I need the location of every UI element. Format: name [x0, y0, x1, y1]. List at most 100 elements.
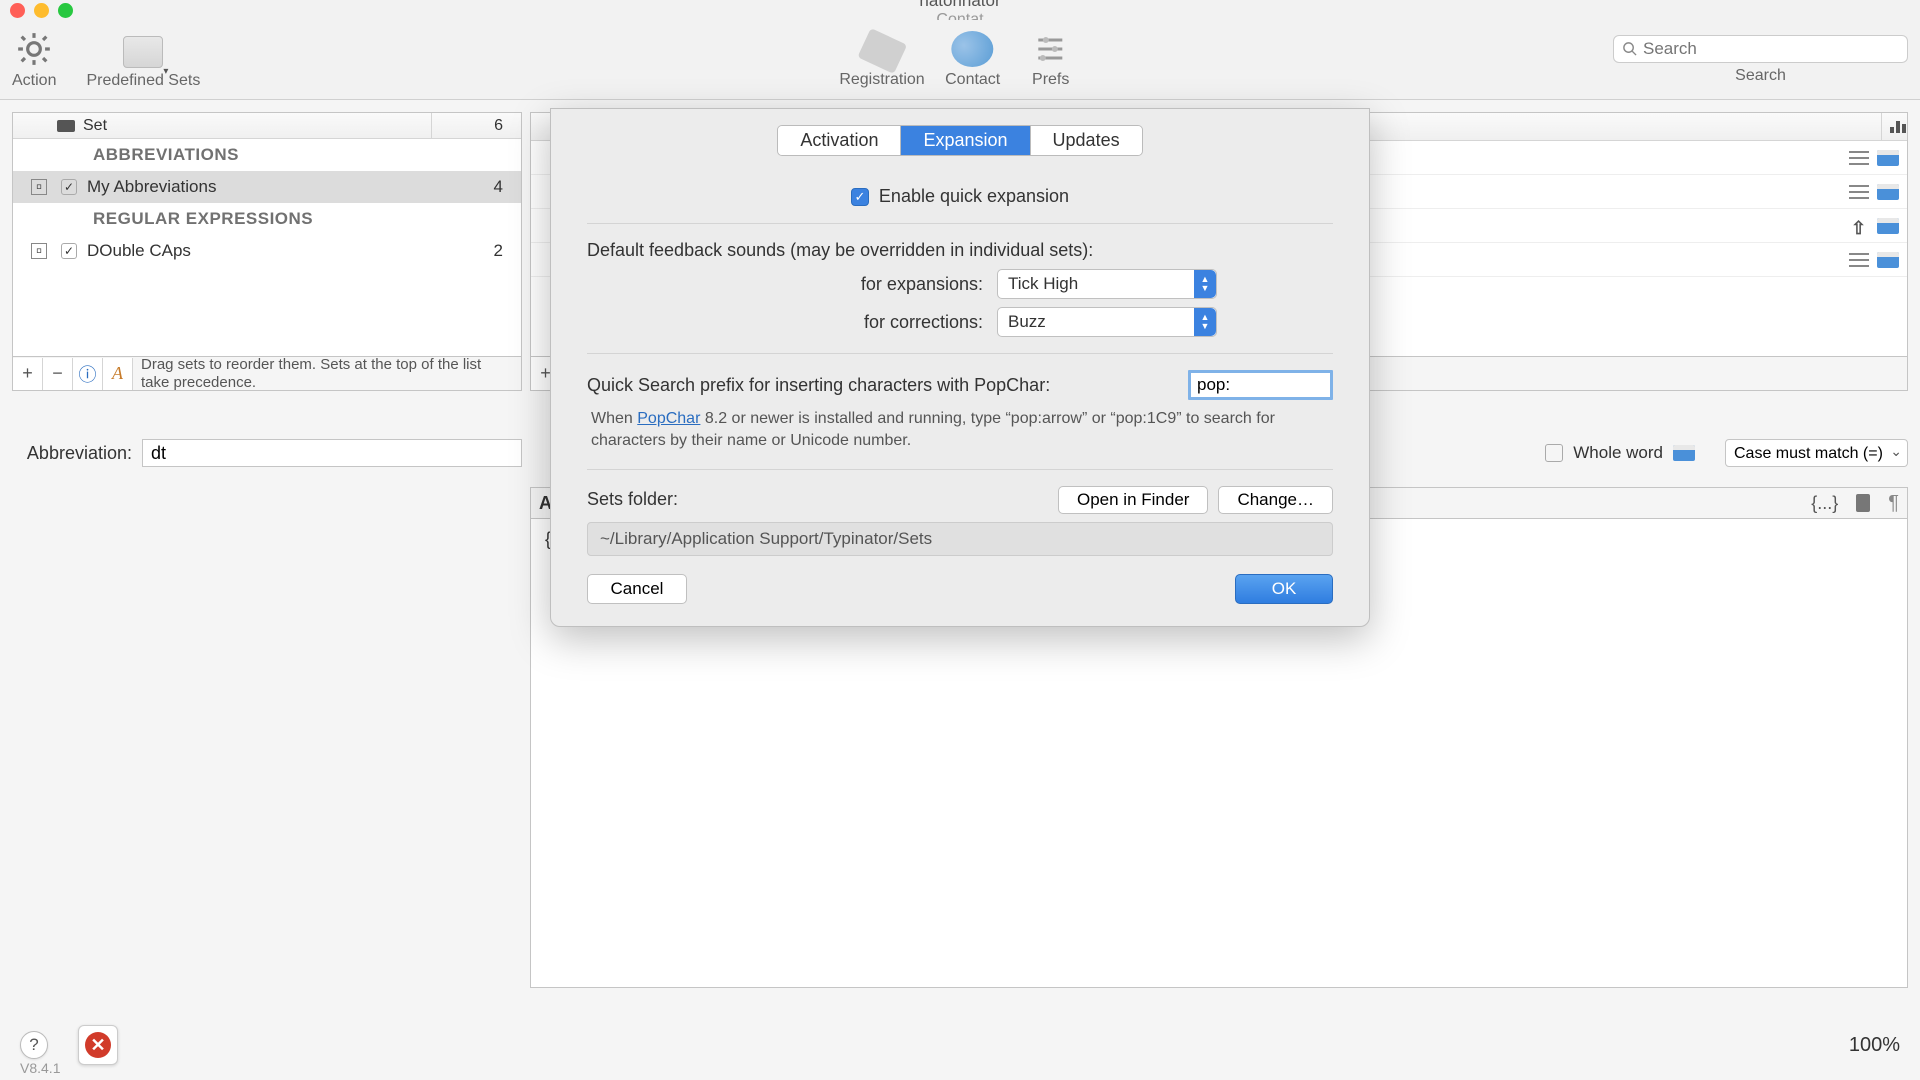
chevron-updown-icon: ▲▼: [1194, 270, 1216, 298]
action-menu[interactable]: ▾ Action: [12, 30, 56, 90]
sets-hint: Drag sets to reorder them. Sets at the t…: [133, 354, 521, 394]
remove-set-button[interactable]: −: [43, 358, 73, 390]
clipboard-icon[interactable]: [1856, 494, 1870, 512]
popchar-help: When PopChar 8.2 or newer is installed a…: [587, 408, 1333, 453]
titlebar: natorinator Contat: [0, 0, 1920, 20]
menu-icon: [1849, 151, 1869, 165]
search-field[interactable]: [1613, 35, 1908, 63]
abbreviation-row: Abbreviation:: [12, 439, 522, 467]
case-match-dropdown[interactable]: Case must match (=): [1725, 439, 1908, 467]
enable-quick-checkbox[interactable]: ✓: [851, 188, 869, 206]
prefs-tabs: Activation Expansion Updates: [551, 125, 1369, 156]
popchar-link[interactable]: PopChar: [637, 410, 700, 427]
prefs-button[interactable]: Prefs: [1021, 31, 1081, 89]
expand-toggle-icon[interactable]: ▫: [31, 243, 47, 259]
sets-folder-path: ~/Library/Application Support/Typinator/…: [587, 522, 1333, 556]
tab-expansion[interactable]: Expansion: [901, 126, 1030, 155]
search-input[interactable]: [1643, 39, 1899, 59]
add-set-button[interactable]: +: [13, 358, 43, 390]
set-row-my-abbreviations[interactable]: ▫ ✓ My Abbreviations 4: [13, 171, 521, 203]
footer: ? ✕ V8.4.1 100%: [0, 1010, 1920, 1080]
for-expansions-label: for expansions:: [587, 274, 997, 295]
prefs-label: Prefs: [1032, 71, 1069, 89]
set-name: My Abbreviations: [87, 177, 481, 197]
corrections-sound-select[interactable]: Buzz ▲▼: [997, 307, 1217, 337]
set-name: DOuble CAps: [87, 241, 481, 261]
search-icon: [1622, 41, 1637, 56]
window-icon: [1673, 445, 1695, 461]
window-icon: [1877, 150, 1899, 166]
search-label: Search: [1735, 67, 1786, 85]
expansions-sound-value: Tick High: [1008, 274, 1078, 294]
set-enabled-checkbox[interactable]: ✓: [61, 243, 77, 259]
keyboard-icon: [57, 120, 75, 132]
expansions-sound-select[interactable]: Tick High ▲▼: [997, 269, 1217, 299]
zoom-window-button[interactable]: [58, 3, 73, 18]
cancel-button[interactable]: Cancel: [587, 574, 687, 604]
enable-quick-label: Enable quick expansion: [879, 186, 1069, 207]
window-icon: [1877, 252, 1899, 268]
contact-button[interactable]: Contact: [943, 31, 1003, 89]
predefined-sets-label: Predefined Sets: [86, 72, 200, 90]
sliders-icon: [1033, 31, 1069, 67]
insert-marker-button[interactable]: {...}: [1811, 493, 1838, 514]
key-icon: [857, 28, 907, 74]
info-button[interactable]: ⓘ: [73, 358, 103, 390]
set-row-double-caps[interactable]: ▫ ✓ DOuble CAps 2: [13, 235, 521, 267]
test-button[interactable]: A: [103, 358, 133, 390]
menu-icon: [1849, 185, 1869, 199]
registration-label: Registration: [839, 71, 924, 89]
menu-icon: [1849, 253, 1869, 267]
header-count: 6: [431, 113, 521, 138]
tab-activation[interactable]: Activation: [778, 126, 901, 155]
contact-icon: [952, 31, 994, 67]
feedback-title: Default feedback sounds (may be overridd…: [587, 240, 1333, 261]
contact-label: Contact: [945, 71, 1000, 89]
sets-panel: Set 6 ABBREVIATIONS ▫ ✓ My Abbreviations…: [12, 112, 522, 988]
gear-icon: [15, 30, 53, 68]
sets-folder-label: Sets folder:: [587, 489, 1048, 510]
quicksearch-label: Quick Search prefix for inserting charac…: [587, 375, 1188, 396]
abbreviation-input[interactable]: [142, 439, 522, 467]
header-set: Set: [83, 117, 107, 135]
preferences-dialog: Activation Expansion Updates ✓ Enable qu…: [550, 108, 1370, 627]
version-label: V8.4.1: [20, 1060, 60, 1076]
help-button[interactable]: ?: [20, 1031, 48, 1059]
statistics-icon[interactable]: [1881, 113, 1901, 140]
change-folder-button[interactable]: Change…: [1218, 486, 1333, 514]
ok-button[interactable]: OK: [1235, 574, 1333, 604]
window-controls: [10, 3, 73, 18]
chevron-down-icon: ▾: [163, 66, 168, 77]
expand-toggle-icon[interactable]: ▫: [31, 179, 47, 195]
quicksearch-prefix-input[interactable]: [1188, 370, 1333, 400]
sets-toolbar: + − ⓘ A Drag sets to reorder them. Sets …: [12, 357, 522, 391]
registration-button[interactable]: Registration: [839, 35, 924, 89]
chevron-updown-icon: ▲▼: [1194, 308, 1216, 336]
sets-table-header[interactable]: Set 6: [13, 113, 521, 139]
toolbar: ▾ Action ▾ Predefined Sets Registration …: [0, 20, 1920, 100]
section-abbreviations: ABBREVIATIONS: [13, 139, 521, 171]
action-label: Action: [12, 72, 56, 90]
tab-updates[interactable]: Updates: [1031, 126, 1142, 155]
title-main: natorinator: [919, 0, 1000, 11]
set-count: 2: [481, 241, 521, 261]
set-count: 4: [481, 177, 521, 197]
show-invisibles-button[interactable]: ¶: [1888, 492, 1899, 515]
open-in-finder-button[interactable]: Open in Finder: [1058, 486, 1208, 514]
shift-icon: ⇧: [1851, 218, 1869, 234]
abbreviation-label: Abbreviation:: [12, 443, 132, 464]
for-corrections-label: for corrections:: [587, 312, 997, 333]
window-icon: [1877, 218, 1899, 234]
close-window-button[interactable]: [10, 3, 25, 18]
predefined-sets-menu[interactable]: ▾ Predefined Sets: [86, 36, 200, 90]
disabled-icon: ✕: [85, 1032, 111, 1058]
whole-word-checkbox[interactable]: [1545, 444, 1563, 462]
status-button[interactable]: ✕: [78, 1025, 118, 1065]
zoom-label: 100%: [1849, 1034, 1900, 1057]
predefined-sets-icon: ▾: [123, 36, 163, 68]
sets-table: Set 6 ABBREVIATIONS ▫ ✓ My Abbreviations…: [12, 112, 522, 357]
set-enabled-checkbox[interactable]: ✓: [61, 179, 77, 195]
whole-word-label: Whole word: [1573, 443, 1663, 463]
case-match-select[interactable]: Case must match (=): [1725, 439, 1908, 467]
minimize-window-button[interactable]: [34, 3, 49, 18]
